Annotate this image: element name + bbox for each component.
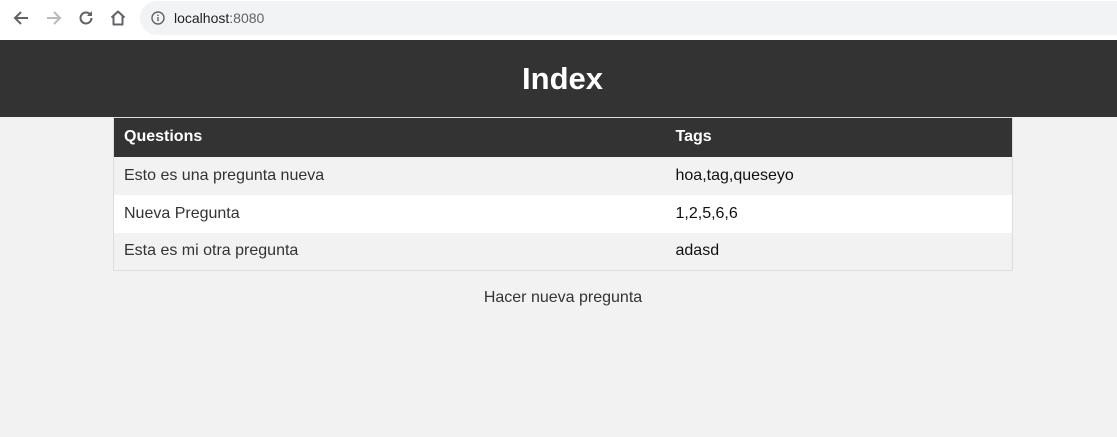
- back-button[interactable]: [9, 6, 33, 30]
- tags-cell: 1,2,5,6,6: [665, 194, 1013, 233]
- url-text: localhost:8080: [174, 10, 264, 26]
- questions-table: Questions Tags Esto es una pregunta nuev…: [113, 117, 1013, 271]
- table-header-row: Questions Tags: [113, 117, 1013, 157]
- table-row: Esta es mi otra pregunta adasd: [113, 232, 1013, 271]
- question-cell: Esta es mi otra pregunta: [113, 232, 666, 271]
- forward-icon: [47, 11, 62, 25]
- url-port: :8080: [229, 10, 265, 26]
- reload-button[interactable]: [74, 6, 98, 30]
- table-row: Nueva Pregunta 1,2,5,6,6: [113, 194, 1013, 233]
- new-question-link-container: Hacer nueva pregunta: [0, 289, 1117, 307]
- tags-cell: hoa,tag,queseyo: [665, 156, 1013, 195]
- forward-button[interactable]: [42, 6, 66, 30]
- browser-toolbar: localhost:8080: [0, 0, 1117, 40]
- url-host: localhost: [174, 10, 230, 26]
- home-icon: [110, 10, 126, 26]
- info-icon[interactable]: [151, 11, 165, 25]
- reload-icon: [79, 11, 93, 25]
- column-header-tags: Tags: [665, 117, 1013, 157]
- table-row: Esto es una pregunta nueva hoa,tag,quese…: [113, 156, 1013, 195]
- question-cell: Nueva Pregunta: [113, 194, 666, 233]
- home-button[interactable]: [106, 6, 130, 30]
- back-icon: [13, 11, 28, 25]
- page-header: Index: [0, 40, 1117, 117]
- address-bar[interactable]: localhost:8080: [140, 1, 1117, 35]
- tags-cell: adasd: [665, 232, 1013, 271]
- column-header-questions: Questions: [113, 117, 666, 157]
- new-question-link[interactable]: Hacer nueva pregunta: [484, 289, 642, 306]
- page-title: Index: [522, 60, 603, 96]
- question-cell: Esto es una pregunta nueva: [113, 156, 666, 195]
